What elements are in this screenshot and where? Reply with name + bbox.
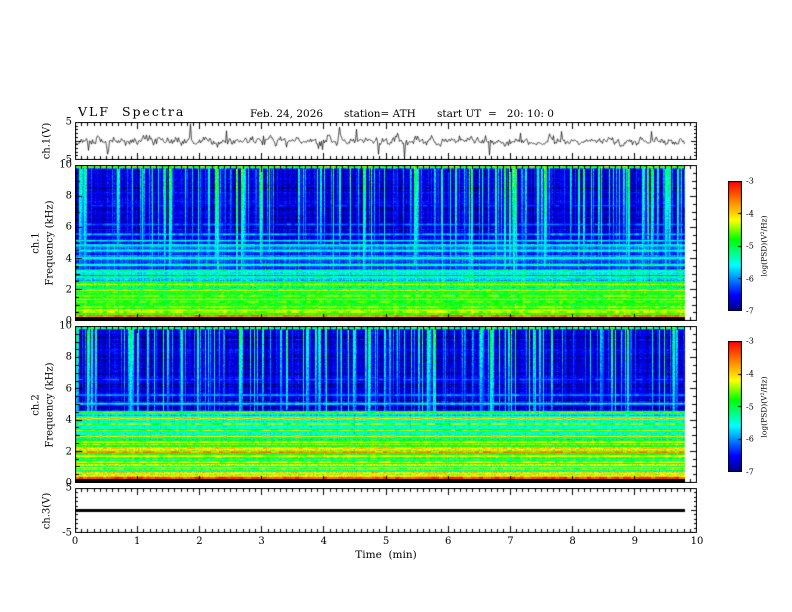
ch2-spec-channel-label: ch.2 xyxy=(30,394,42,416)
vlf-spectra-figure: VLF Spectra Feb. 24, 2026 station= ATH s… xyxy=(0,0,792,612)
colorbar-tick-label: -3 xyxy=(746,336,754,346)
y-tick-label: 2 xyxy=(65,284,72,296)
x-tick-label: 1 xyxy=(134,536,141,547)
colorbar-tick-label: -6 xyxy=(746,274,754,283)
ch2-spec-frequency-label: Frequency (kHz) xyxy=(44,362,56,448)
colorbar-ch2-title: log(PSD)(V²/Hz) xyxy=(759,376,769,438)
y-tick-label: 8 xyxy=(65,351,72,363)
colorbar-tick-label: -4 xyxy=(746,209,754,218)
ch1-spec-channel-label: ch.1 xyxy=(30,232,42,254)
colorbar-tick-label: -7 xyxy=(746,306,754,316)
colorbar-tick-label: -7 xyxy=(746,467,754,477)
x-tick-label: 4 xyxy=(320,536,327,547)
ch1-voltage-ylabel: ch.1(V) xyxy=(41,122,53,160)
ch2-spectrogram-canvas xyxy=(75,326,697,483)
ch3-voltage-ylabel: ch.3(V) xyxy=(41,492,53,530)
colorbar-tick-label: -5 xyxy=(746,241,754,251)
y-tick-label: 10 xyxy=(59,159,72,171)
ch3-voltage-waveform-canvas xyxy=(75,488,697,533)
time-axis-label: Time (min) xyxy=(355,549,417,561)
y-tick-label: 5 xyxy=(65,482,72,494)
y-tick-label: 5 xyxy=(65,116,72,128)
colorbar-ch1-canvas xyxy=(728,181,742,311)
y-tick-label: -5 xyxy=(62,527,72,539)
ch1-spec-frequency-label: Frequency (kHz) xyxy=(44,200,56,286)
header-start-ut: start UT = 20: 10: 0 xyxy=(437,108,554,120)
x-tick-label: 6 xyxy=(445,536,452,547)
x-tick-label: 10 xyxy=(690,536,704,547)
x-tick-label: 8 xyxy=(569,536,576,547)
colorbar-ch2-canvas xyxy=(728,341,742,472)
y-tick-label: 4 xyxy=(65,253,72,265)
y-tick-label: 2 xyxy=(65,446,72,458)
figure-title: VLF Spectra xyxy=(78,104,186,119)
x-tick-label: 0 xyxy=(71,536,79,547)
colorbar-tick-label: -5 xyxy=(746,402,754,411)
ch1-voltage-waveform-canvas xyxy=(75,122,697,160)
y-tick-label: 10 xyxy=(59,320,72,332)
x-tick-label: 5 xyxy=(382,536,390,547)
colorbar-tick-label: -4 xyxy=(746,369,754,379)
colorbar-tick-label: -3 xyxy=(746,176,754,186)
y-tick-label: 6 xyxy=(65,221,72,233)
x-tick-label: 3 xyxy=(258,536,265,547)
colorbar-ch1-title: log(PSD)(V²/Hz) xyxy=(759,215,769,277)
x-tick-label: 9 xyxy=(631,536,638,547)
header-station: station= ATH xyxy=(344,108,416,120)
header-date: Feb. 24, 2026 xyxy=(250,108,324,120)
ch1-spectrogram-canvas xyxy=(75,165,697,321)
colorbar-tick-label: -6 xyxy=(746,434,754,444)
y-tick-label: 6 xyxy=(65,383,72,395)
x-tick-label: 2 xyxy=(196,536,203,547)
x-tick-label: 7 xyxy=(507,536,514,547)
y-tick-label: 8 xyxy=(65,190,72,202)
y-tick-label: 4 xyxy=(65,414,72,426)
